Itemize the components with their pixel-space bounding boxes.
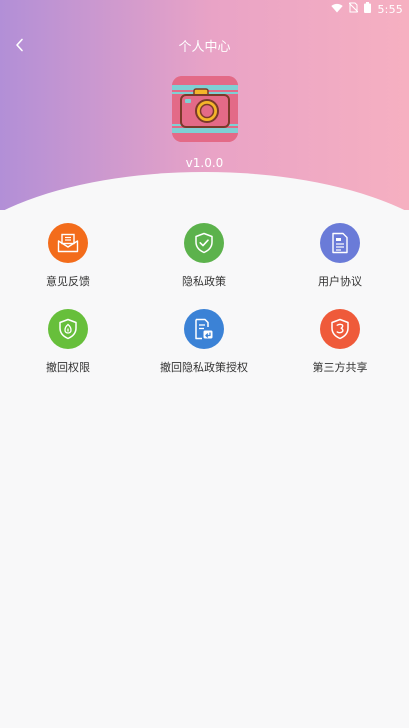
menu-label-privacy-policy: 隐私政策 (182, 275, 226, 288)
user-agreement-item[interactable]: 用户协议 (272, 223, 408, 289)
shield-number-icon (320, 309, 360, 349)
camera-icon (172, 76, 238, 142)
personal-center-screen: 5:55 个人中心 v1.0.0 意见反馈 隐私政策 用户协议 撤回权限 撤回隐… (0, 0, 409, 728)
menu-label-revoke-privacy-authorization: 撤回隐私政策授权 (160, 361, 248, 374)
battery-icon (364, 2, 372, 16)
page-title: 个人中心 (178, 40, 231, 55)
status-icons: 5:55 (331, 2, 403, 16)
app-version: v1.0.0 (185, 156, 224, 170)
third-party-sharing-item[interactable]: 第三方共享 (272, 309, 408, 375)
menu-label-user-agreement: 用户协议 (318, 275, 362, 288)
app-logo (172, 76, 238, 142)
menu-label-revoke-permission: 撤回权限 (46, 361, 90, 374)
status-time: 5:55 (377, 2, 403, 16)
shield-check-icon (184, 223, 224, 263)
privacy-policy-item[interactable]: 隐私政策 (136, 223, 272, 289)
wifi-icon (331, 3, 344, 16)
menu-label-feedback: 意见反馈 (46, 275, 90, 288)
revoke-privacy-authorization-item[interactable]: 撤回隐私政策授权 (136, 309, 272, 375)
document-revoke-icon (184, 309, 224, 349)
document-icon (320, 223, 360, 263)
feedback-item[interactable]: 意见反馈 (0, 223, 136, 289)
status-bar: 5:55 (0, 0, 409, 18)
no-sim-icon (349, 2, 359, 16)
menu-label-third-party-sharing: 第三方共享 (312, 361, 368, 374)
shield-key-icon (48, 309, 88, 349)
envelope-icon (48, 223, 88, 263)
revoke-permission-item[interactable]: 撤回权限 (0, 309, 136, 375)
